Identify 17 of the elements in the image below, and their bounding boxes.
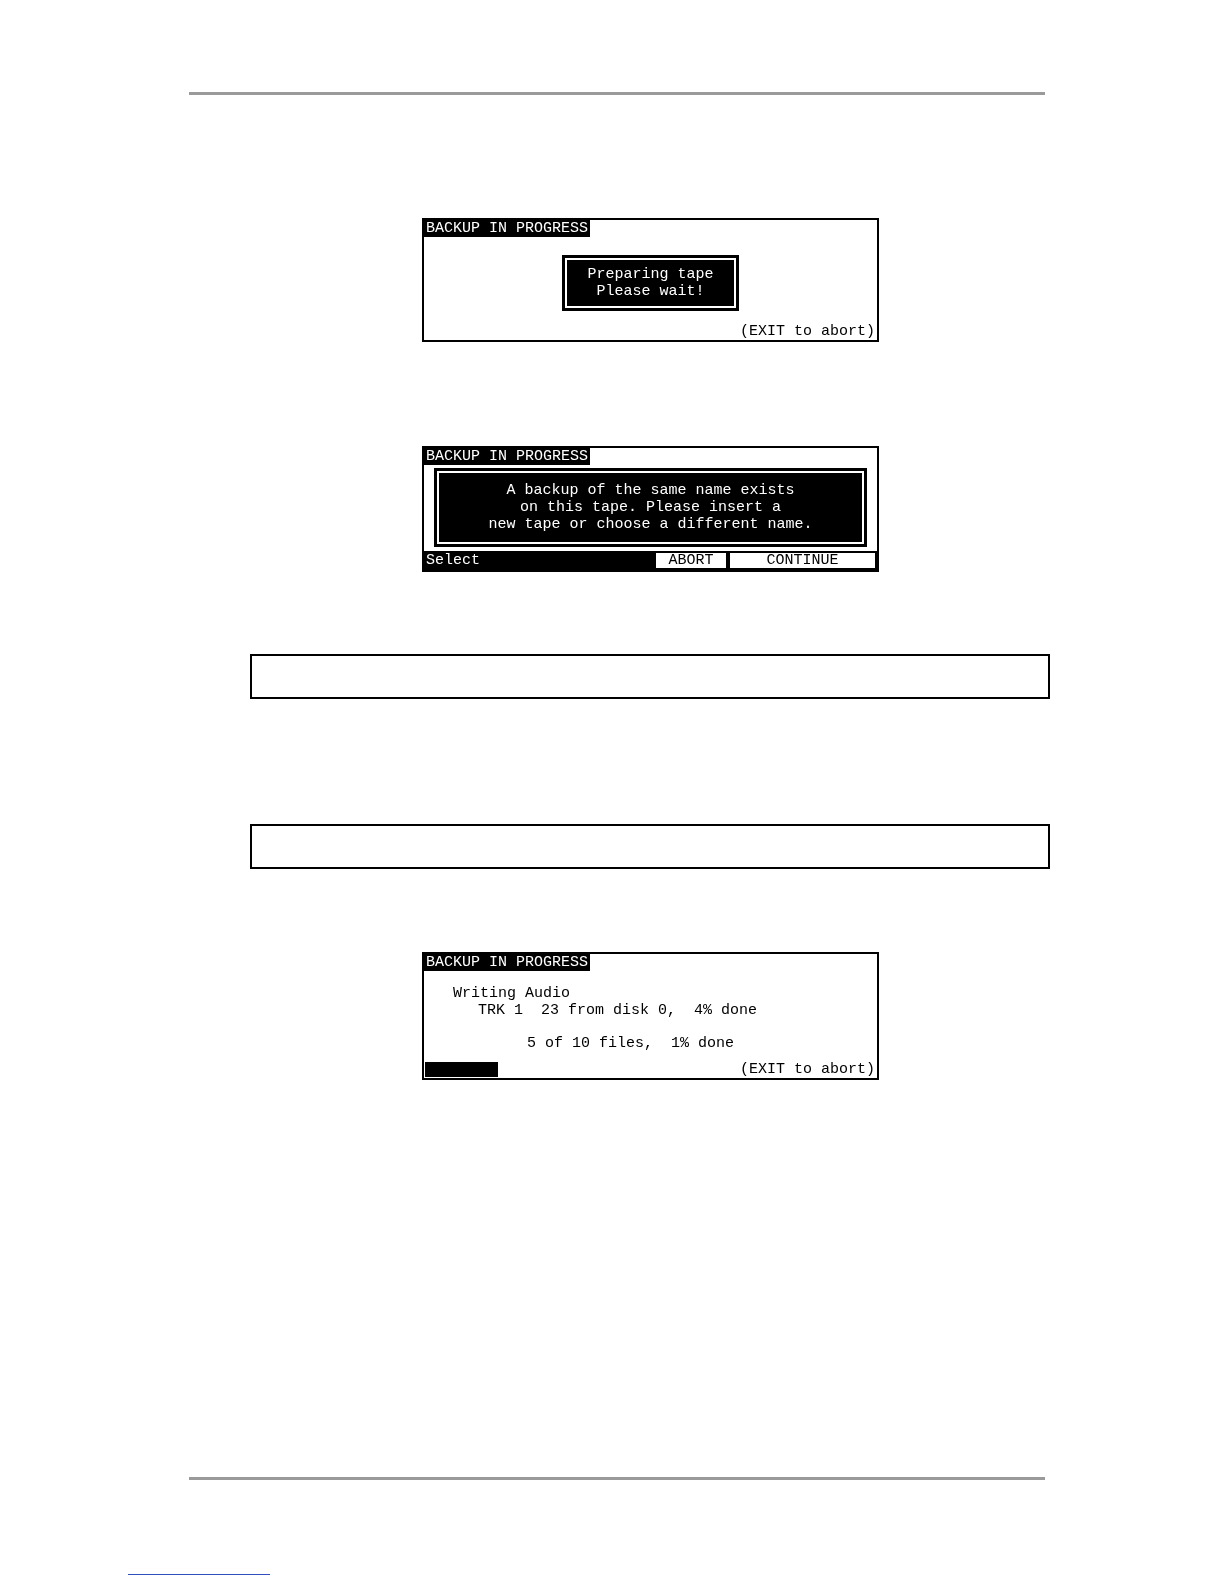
message-text: Preparing tape	[587, 266, 714, 283]
track-status-text: 23 from disk 0, 4% done	[541, 1002, 758, 1019]
track-label: TRK 1	[478, 1002, 523, 1019]
soft-key-button[interactable]: CONTINUE	[730, 553, 875, 568]
screen-title: BACKUP IN PROGRESS	[424, 954, 591, 971]
message-text: on this tape. Please insert a	[519, 499, 781, 516]
message-text: A backup of the same name exists	[506, 482, 795, 499]
prompt-label: Select	[426, 552, 480, 569]
message-text: Please wait!	[596, 283, 705, 300]
soft-key-button[interactable]: ABORT	[656, 553, 726, 568]
exit-hint: (EXIT to abort)	[739, 323, 876, 340]
message-text: new tape or choose a different name.	[488, 516, 813, 533]
exit-hint: (EXIT to abort)	[739, 1061, 876, 1078]
status-heading: Writing Audio	[453, 985, 572, 1002]
screen-title: BACKUP IN PROGRESS	[424, 220, 591, 237]
files-status-text: 5 of 10 files, 1% done	[526, 1035, 734, 1052]
screen-title: BACKUP IN PROGRESS	[424, 448, 591, 465]
